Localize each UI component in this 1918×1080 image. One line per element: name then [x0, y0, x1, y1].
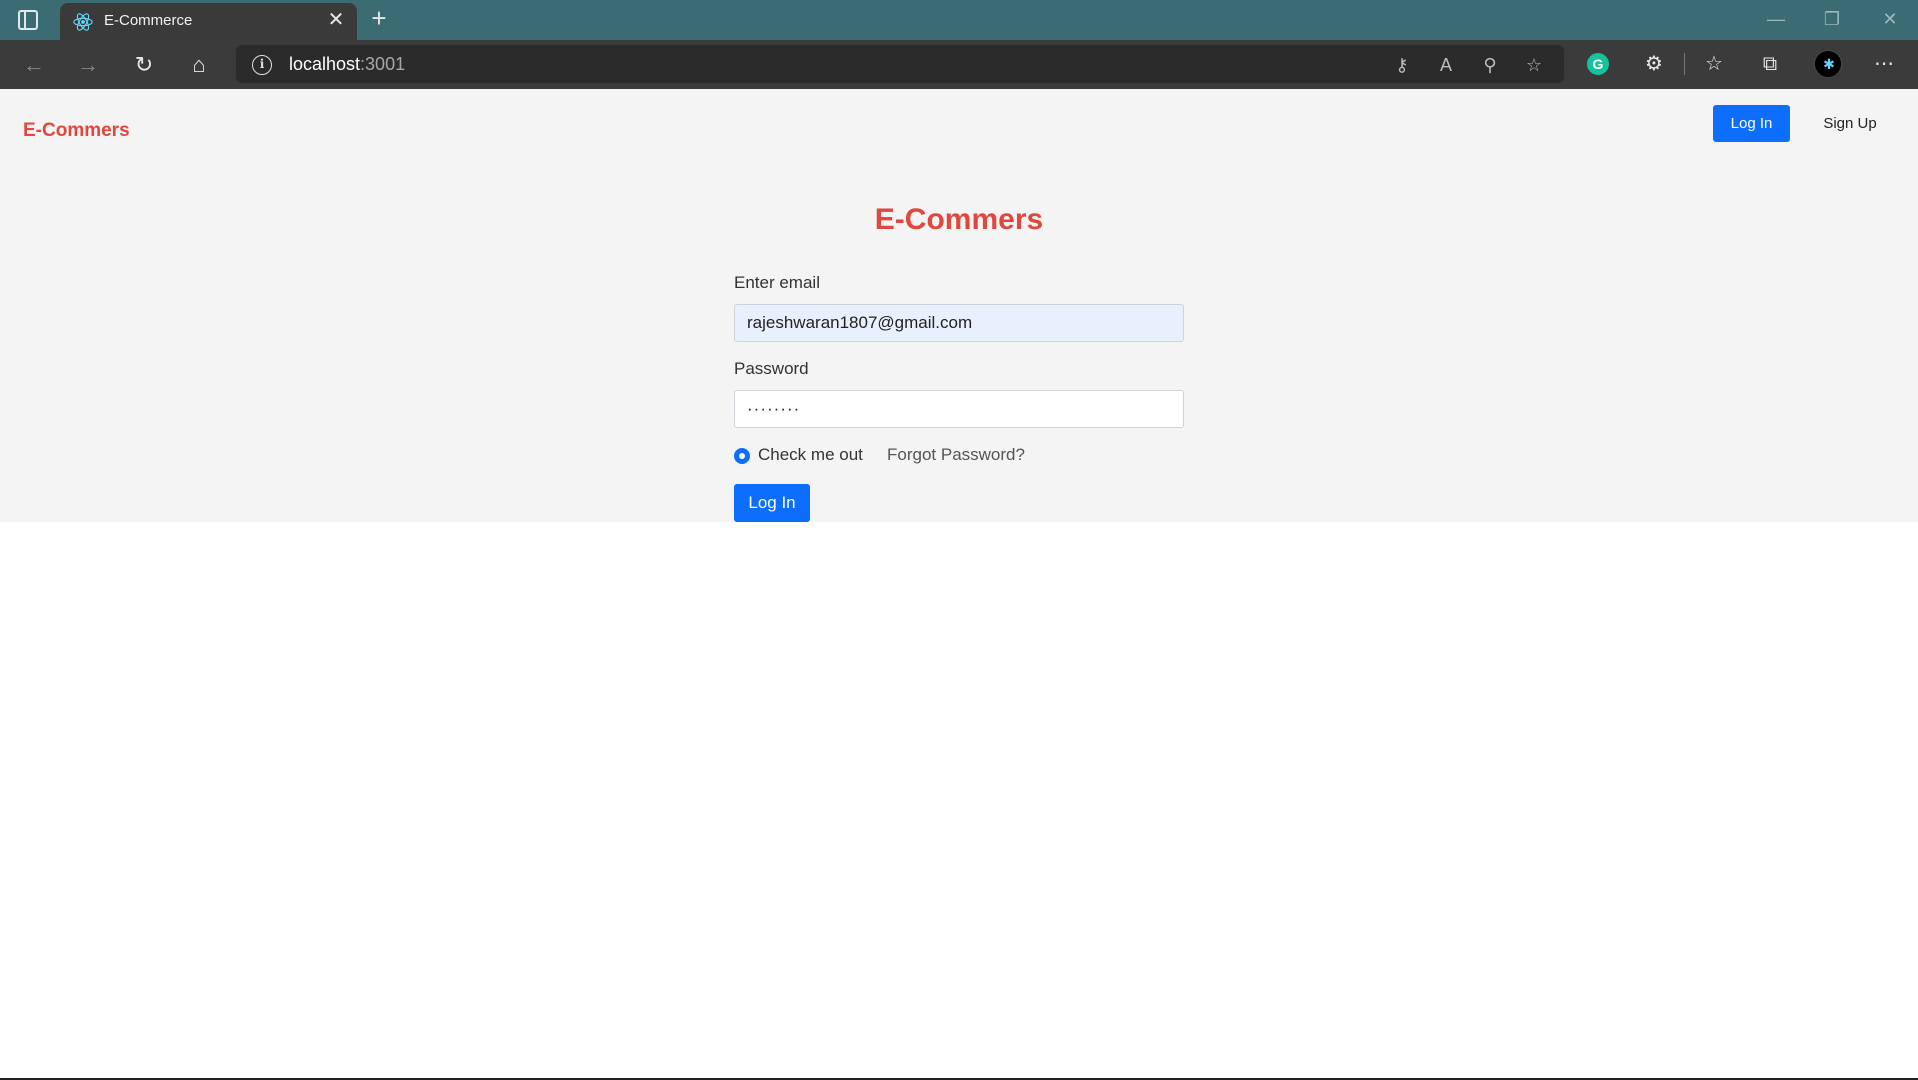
- zoom-out-icon[interactable]: ⚲: [1478, 53, 1502, 77]
- minimize-icon[interactable]: —: [1758, 4, 1794, 34]
- profile-avatar[interactable]: [1814, 50, 1843, 79]
- email-field[interactable]: [734, 304, 1184, 342]
- key-icon[interactable]: ⚷: [1390, 53, 1414, 77]
- page-title: E-Commers: [874, 203, 1044, 236]
- back-icon[interactable]: ←: [18, 49, 50, 81]
- address-bar[interactable]: i localhost:3001 ⚷ A ⚲ ☆: [236, 45, 1564, 83]
- navbar-brand[interactable]: E-Commers: [23, 120, 130, 142]
- toolbar-divider: [1684, 53, 1685, 75]
- login-submit-button[interactable]: Log In: [734, 484, 810, 522]
- close-tab-icon[interactable]: ✕: [325, 9, 347, 31]
- read-aloud-icon[interactable]: A: [1434, 53, 1458, 77]
- restore-icon[interactable]: ❐: [1814, 4, 1850, 34]
- close-window-icon[interactable]: ✕: [1872, 4, 1908, 34]
- url-text[interactable]: localhost:3001: [289, 54, 405, 75]
- url-port: :3001: [360, 54, 406, 74]
- page-content-area: E-Commers Log In Sign Up E-Commers Enter…: [0, 89, 1918, 522]
- web-page: E-Commers Log In Sign Up E-Commers Enter…: [0, 89, 1918, 1080]
- password-label: Password: [734, 359, 809, 378]
- favorites-icon[interactable]: ☆: [1700, 50, 1728, 78]
- forgot-password-link[interactable]: Forgot Password?: [887, 445, 1025, 465]
- sidebar-toggle-icon[interactable]: [18, 10, 38, 30]
- navbar-signup-button[interactable]: Sign Up: [1812, 105, 1888, 142]
- browser-toolbar: ← → ↻ ⌂ i localhost:3001 ⚷ A ⚲ ☆ ⚙ ☆ ⧉ ⋯: [0, 40, 1918, 89]
- browser-titlebar: E-Commerce ✕ + — ❐ ✕: [0, 0, 1918, 40]
- navbar-login-button[interactable]: Log In: [1713, 105, 1790, 142]
- add-favorite-icon[interactable]: ☆: [1522, 53, 1546, 77]
- react-icon: [73, 13, 93, 31]
- check-me-out-checkbox[interactable]: [734, 448, 750, 464]
- refresh-icon[interactable]: ↻: [128, 49, 160, 81]
- info-icon[interactable]: i: [252, 55, 272, 75]
- extensions-icon[interactable]: ⚙: [1640, 50, 1668, 78]
- url-host: localhost: [289, 54, 361, 74]
- email-label: Enter email: [734, 273, 820, 292]
- more-menu-icon[interactable]: ⋯: [1870, 50, 1898, 78]
- new-tab-button[interactable]: +: [366, 5, 392, 32]
- home-icon[interactable]: ⌂: [183, 49, 215, 81]
- collections-icon[interactable]: ⧉: [1756, 50, 1784, 78]
- tab-title: E-Commerce: [104, 12, 193, 29]
- browser-tab-active[interactable]: E-Commerce ✕: [60, 3, 357, 40]
- grammarly-extension-icon[interactable]: G: [1587, 53, 1609, 75]
- check-me-out-label[interactable]: Check me out: [758, 445, 863, 465]
- forward-icon[interactable]: →: [72, 49, 104, 81]
- password-field[interactable]: [734, 390, 1184, 428]
